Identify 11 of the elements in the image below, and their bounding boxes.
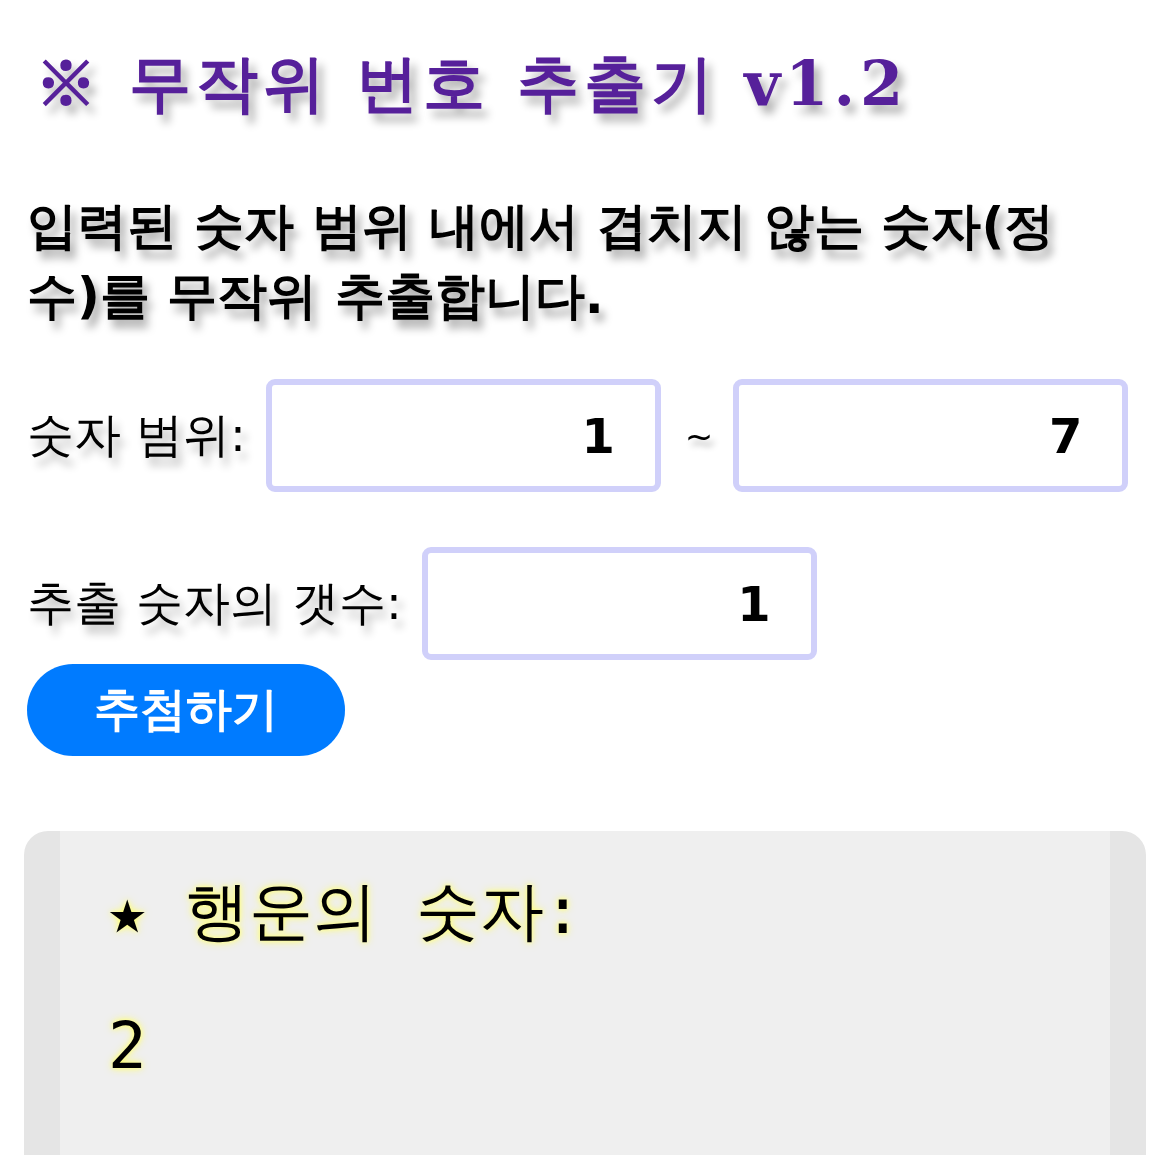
range-end-field[interactable]: 7 [733,379,1129,493]
range-start-field[interactable]: 1 [265,379,661,493]
draw-button[interactable]: 추첨하기 [27,664,345,757]
range-label: 숫자 범위: [27,406,246,465]
count-label: 추출 숫자의 갯수: [27,574,402,633]
range-separator: ~ [684,415,714,456]
app-title: ※ 무작위 번호 추출기 v1.2 [35,46,909,122]
result-number: 2 [108,1008,147,1086]
description-text: 입력된 숫자 범위 내에서 겹치지 않는 숫자(정수)를 무작위 추출합니다. [27,196,1056,328]
count-field[interactable]: 1 [421,547,817,661]
result-heading: ★ 행운의 숫자: [108,873,583,951]
